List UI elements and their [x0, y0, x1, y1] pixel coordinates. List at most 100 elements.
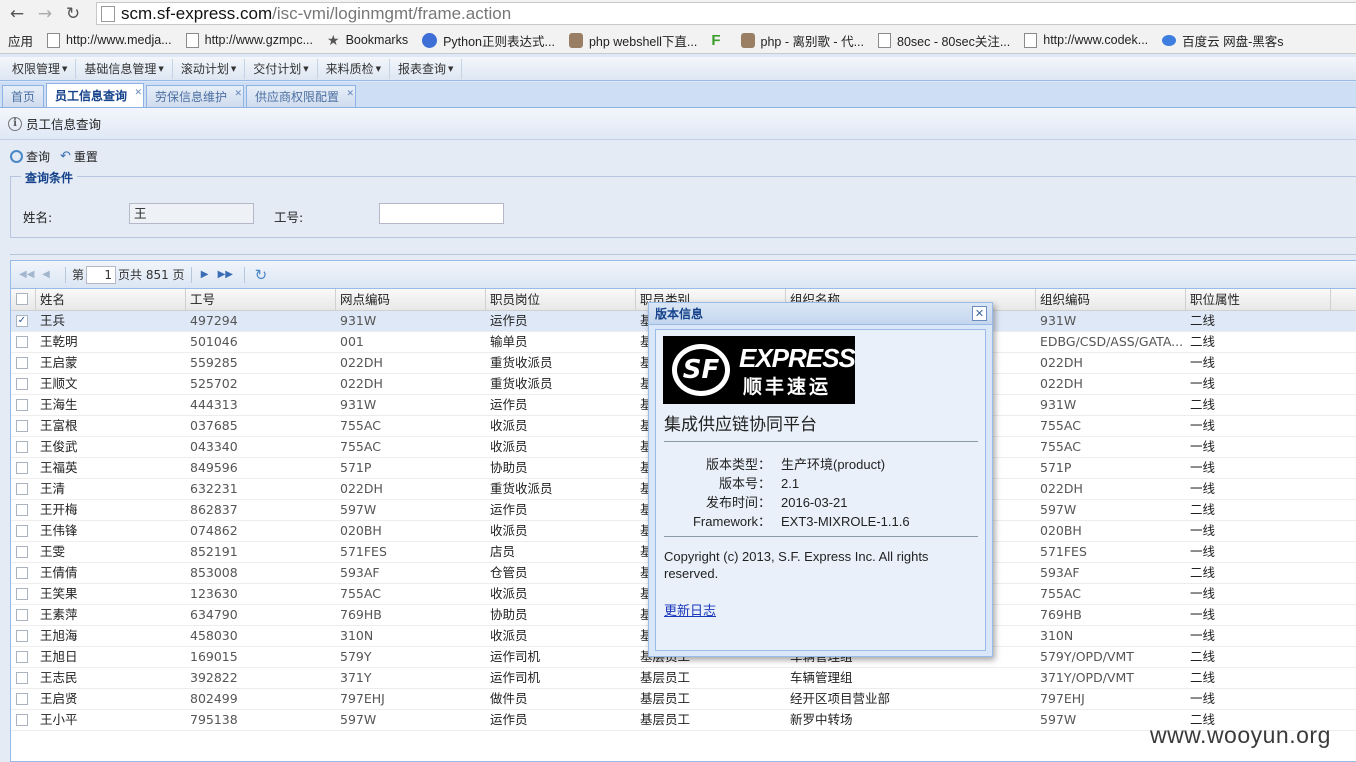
table-cell: 755AC — [340, 439, 381, 454]
table-cell: 王海生 — [40, 397, 78, 412]
menu-incoming-qc[interactable]: 来料质检 ▼ — [318, 58, 391, 79]
table-cell: 931W — [340, 397, 377, 412]
caret-down-icon: ▼ — [303, 65, 309, 73]
tab-home[interactable]: 首页 — [2, 85, 45, 107]
menu-permissions[interactable]: 权限管理 ▼ — [4, 58, 77, 79]
menu-reports[interactable]: 报表查询 ▼ — [390, 58, 463, 79]
query-button[interactable]: 查询 — [10, 148, 50, 165]
row-checkbox[interactable] — [11, 605, 36, 625]
bookmark-label: Bookmarks — [345, 33, 409, 47]
last-page-icon[interactable]: ▶▶ — [218, 269, 233, 280]
page-icon — [47, 32, 61, 48]
address-bar[interactable]: scm.sf-express.com/isc-vmi/loginmgmt/fra… — [96, 2, 1356, 25]
row-checkbox[interactable] — [11, 626, 36, 646]
page-number-input[interactable]: 1 — [86, 265, 117, 284]
row-checkbox[interactable] — [11, 563, 36, 583]
column-header[interactable]: 姓名 — [36, 289, 186, 310]
row-checkbox[interactable] — [11, 416, 36, 436]
row-checkbox[interactable] — [11, 500, 36, 520]
forward-arrow-icon[interactable]: → — [34, 3, 56, 25]
row-checkbox[interactable] — [11, 710, 36, 730]
table-cell: 王旭海 — [40, 628, 78, 643]
changelog-link[interactable]: 更新日志 — [664, 600, 716, 619]
bookmark-item[interactable]: http://www.codek... — [1016, 32, 1154, 48]
row-checkbox[interactable] — [11, 521, 36, 541]
tab-label: 供应商权限配置 — [255, 90, 340, 104]
table-cell: 一线 — [1190, 544, 1216, 559]
tab-supplier-permissions[interactable]: 供应商权限配置 ✕ — [246, 83, 357, 107]
row-checkbox[interactable] — [11, 332, 36, 352]
table-cell: 重货收派员 — [490, 376, 553, 391]
bookmark-item[interactable]: php - 离别歌 - 代... — [733, 31, 871, 50]
back-arrow-icon[interactable]: ← — [6, 3, 28, 25]
release-date-row: 发布时间： 2016-03-21 — [664, 492, 978, 511]
select-all-checkbox[interactable] — [11, 289, 36, 310]
checkbox-box — [16, 357, 28, 369]
bookmark-label: php - 离别歌 - 代... — [760, 34, 865, 49]
divider — [664, 441, 978, 442]
prev-page-icon[interactable]: ◀ — [39, 269, 53, 280]
table-cell: 559285 — [190, 355, 238, 370]
row-checkbox[interactable] — [11, 668, 36, 688]
table-row[interactable]: 王启贤 802499 797EHJ 做件员 基层员工 经开区项目营业部 797EHJ 一线 — [11, 689, 1356, 710]
employee-id-input[interactable] — [379, 203, 504, 224]
column-header[interactable]: 组织编码 — [1036, 289, 1186, 310]
bookmark-apps[interactable]: 应用 — [0, 31, 39, 50]
close-icon[interactable]: ✕ — [347, 83, 355, 105]
reset-button[interactable]: ↶ 重置 — [60, 148, 98, 165]
version-number-row: 版本号： 2.1 — [664, 473, 978, 492]
column-header[interactable]: 网点编码 — [336, 289, 486, 310]
column-header[interactable]: 职位属性 — [1186, 289, 1331, 310]
close-icon[interactable]: ✕ — [972, 306, 987, 321]
menu-label: 滚动计划 — [180, 61, 229, 76]
bookmark-item[interactable]: 百度云 网盘-黑客s — [1154, 31, 1289, 50]
bookmark-item[interactable]: F — [703, 32, 732, 49]
tab-employee-query[interactable]: 员工信息查询 ✕ — [46, 81, 145, 107]
name-input[interactable]: 王 — [129, 203, 254, 224]
page-icon — [185, 32, 199, 48]
row-checkbox[interactable] — [11, 353, 36, 373]
bookmark-label: 应用 — [8, 34, 34, 49]
tab-labor-protection[interactable]: 劳保信息维护 ✕ — [146, 83, 245, 107]
first-page-icon[interactable]: ◀◀ — [19, 269, 34, 280]
column-header[interactable]: 工号 — [186, 289, 336, 310]
row-checkbox[interactable] — [11, 542, 36, 562]
menu-delivery-plan[interactable]: 交付计划 ▼ — [245, 58, 318, 79]
table-row[interactable]: 王志民 392822 371Y 运作司机 基层员工 车辆管理组 371Y/OPD/VMT 二线 — [11, 668, 1356, 689]
close-icon[interactable]: ✕ — [235, 83, 243, 105]
close-icon[interactable]: ✕ — [134, 81, 142, 105]
table-cell: 王俊武 — [40, 439, 78, 454]
table-cell: 755AC — [1040, 418, 1081, 433]
row-checkbox[interactable] — [11, 647, 36, 667]
table-cell: 王福英 — [40, 460, 78, 475]
caret-down-icon: ▼ — [230, 65, 237, 73]
next-page-icon[interactable]: ▶ — [198, 269, 212, 280]
menu-rolling-plan[interactable]: 滚动计划 ▼ — [173, 58, 246, 79]
bookmark-label: 80sec - 80sec关注... — [897, 34, 1011, 49]
dialog-body: SF EXPRESS 顺丰速运 集成供应链协同平台 版本类型： 生产环境(prod… — [655, 329, 986, 651]
bookmark-item[interactable]: php webshell下直... — [561, 31, 703, 50]
refresh-icon[interactable]: ↻ — [255, 266, 268, 284]
bookmark-item[interactable]: Python正则表达式... — [414, 31, 561, 50]
row-checkbox[interactable] — [11, 374, 36, 394]
reload-icon[interactable]: ↻ — [62, 3, 84, 25]
table-cell: 做件员 — [490, 691, 528, 706]
bookmark-label: http://www.medja... — [66, 33, 172, 47]
row-checkbox[interactable] — [11, 437, 36, 457]
row-checkbox[interactable] — [11, 479, 36, 499]
menu-basic-info[interactable]: 基础信息管理 ▼ — [76, 58, 173, 79]
row-checkbox[interactable] — [11, 395, 36, 415]
row-checkbox[interactable]: ✓ — [11, 311, 36, 331]
bookmark-item[interactable]: http://www.gzmpc... — [178, 32, 319, 48]
row-checkbox[interactable] — [11, 584, 36, 604]
row-checkbox[interactable] — [11, 689, 36, 709]
bookmark-folder[interactable]: ★ Bookmarks — [319, 32, 414, 49]
bookmark-item[interactable]: http://www.medja... — [39, 32, 178, 48]
bookmark-item[interactable]: 80sec - 80sec关注... — [870, 31, 1016, 50]
checkbox-box — [16, 399, 28, 411]
table-cell: 一线 — [1190, 691, 1216, 706]
table-cell: 579Y/OPD/VMT — [1040, 649, 1134, 664]
row-checkbox[interactable] — [11, 458, 36, 478]
column-header[interactable]: 职员岗位 — [486, 289, 636, 310]
star-icon: ★ — [327, 31, 340, 48]
